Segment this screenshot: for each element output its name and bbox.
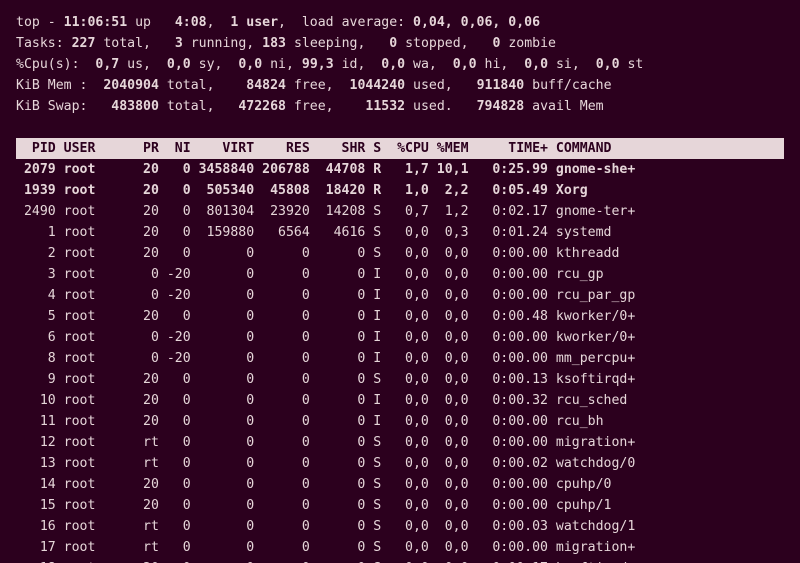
table-row: 14 root 20 0 0 0 0 S 0,0 0,0 0:00.00 cpu…: [16, 474, 784, 495]
table-row: 1 root 20 0 159880 6564 4616 S 0,0 0,3 0…: [16, 222, 784, 243]
table-row: 9 root 20 0 0 0 0 S 0,0 0,0 0:00.13 ksof…: [16, 369, 784, 390]
terminal[interactable]: top - 11:06:51 up 4:08, 1 user, load ave…: [0, 0, 800, 563]
table-row: 16 root rt 0 0 0 0 S 0,0 0,0 0:00.03 wat…: [16, 516, 784, 537]
summary-tasks: Tasks: 227 total, 3 running, 183 sleepin…: [16, 33, 784, 54]
table-row: 8 root 0 -20 0 0 0 I 0,0 0,0 0:00.00 mm_…: [16, 348, 784, 369]
table-row: 5 root 20 0 0 0 0 I 0,0 0,0 0:00.48 kwor…: [16, 306, 784, 327]
table-row: 11 root 20 0 0 0 0 I 0,0 0,0 0:00.00 rcu…: [16, 411, 784, 432]
table-row: 2079 root 20 0 3458840 206788 44708 R 1,…: [16, 159, 784, 180]
summary-swap: KiB Swap: 483800 total, 472268 free, 115…: [16, 96, 784, 117]
spacer: [16, 117, 784, 138]
table-row: 4 root 0 -20 0 0 0 I 0,0 0,0 0:00.00 rcu…: [16, 285, 784, 306]
table-row: 13 root rt 0 0 0 0 S 0,0 0,0 0:00.02 wat…: [16, 453, 784, 474]
table-row: 6 root 0 -20 0 0 0 I 0,0 0,0 0:00.00 kwo…: [16, 327, 784, 348]
table-row: 12 root rt 0 0 0 0 S 0,0 0,0 0:00.00 mig…: [16, 432, 784, 453]
summary-cpu: %Cpu(s): 0,7 us, 0,0 sy, 0,0 ni, 99,3 id…: [16, 54, 784, 75]
summary-mem: KiB Mem : 2040904 total, 84824 free, 104…: [16, 75, 784, 96]
table-row: 10 root 20 0 0 0 0 I 0,0 0,0 0:00.32 rcu…: [16, 390, 784, 411]
summary-uptime: top - 11:06:51 up 4:08, 1 user, load ave…: [16, 12, 784, 33]
table-row: 15 root 20 0 0 0 0 S 0,0 0,0 0:00.00 cpu…: [16, 495, 784, 516]
table-row: 17 root rt 0 0 0 0 S 0,0 0,0 0:00.00 mig…: [16, 537, 784, 558]
table-row: 1939 root 20 0 505340 45808 18420 R 1,0 …: [16, 180, 784, 201]
table-row: 2490 root 20 0 801304 23920 14208 S 0,7 …: [16, 201, 784, 222]
table-row: 3 root 0 -20 0 0 0 I 0,0 0,0 0:00.00 rcu…: [16, 264, 784, 285]
table-row: 18 root 20 0 0 0 0 S 0,0 0,0 0:00.17 kso…: [16, 558, 784, 563]
process-list: 2079 root 20 0 3458840 206788 44708 R 1,…: [16, 159, 784, 563]
column-headers[interactable]: PID USER PR NI VIRT RES SHR S %CPU %MEM …: [16, 138, 784, 159]
table-row: 2 root 20 0 0 0 0 S 0,0 0,0 0:00.00 kthr…: [16, 243, 784, 264]
